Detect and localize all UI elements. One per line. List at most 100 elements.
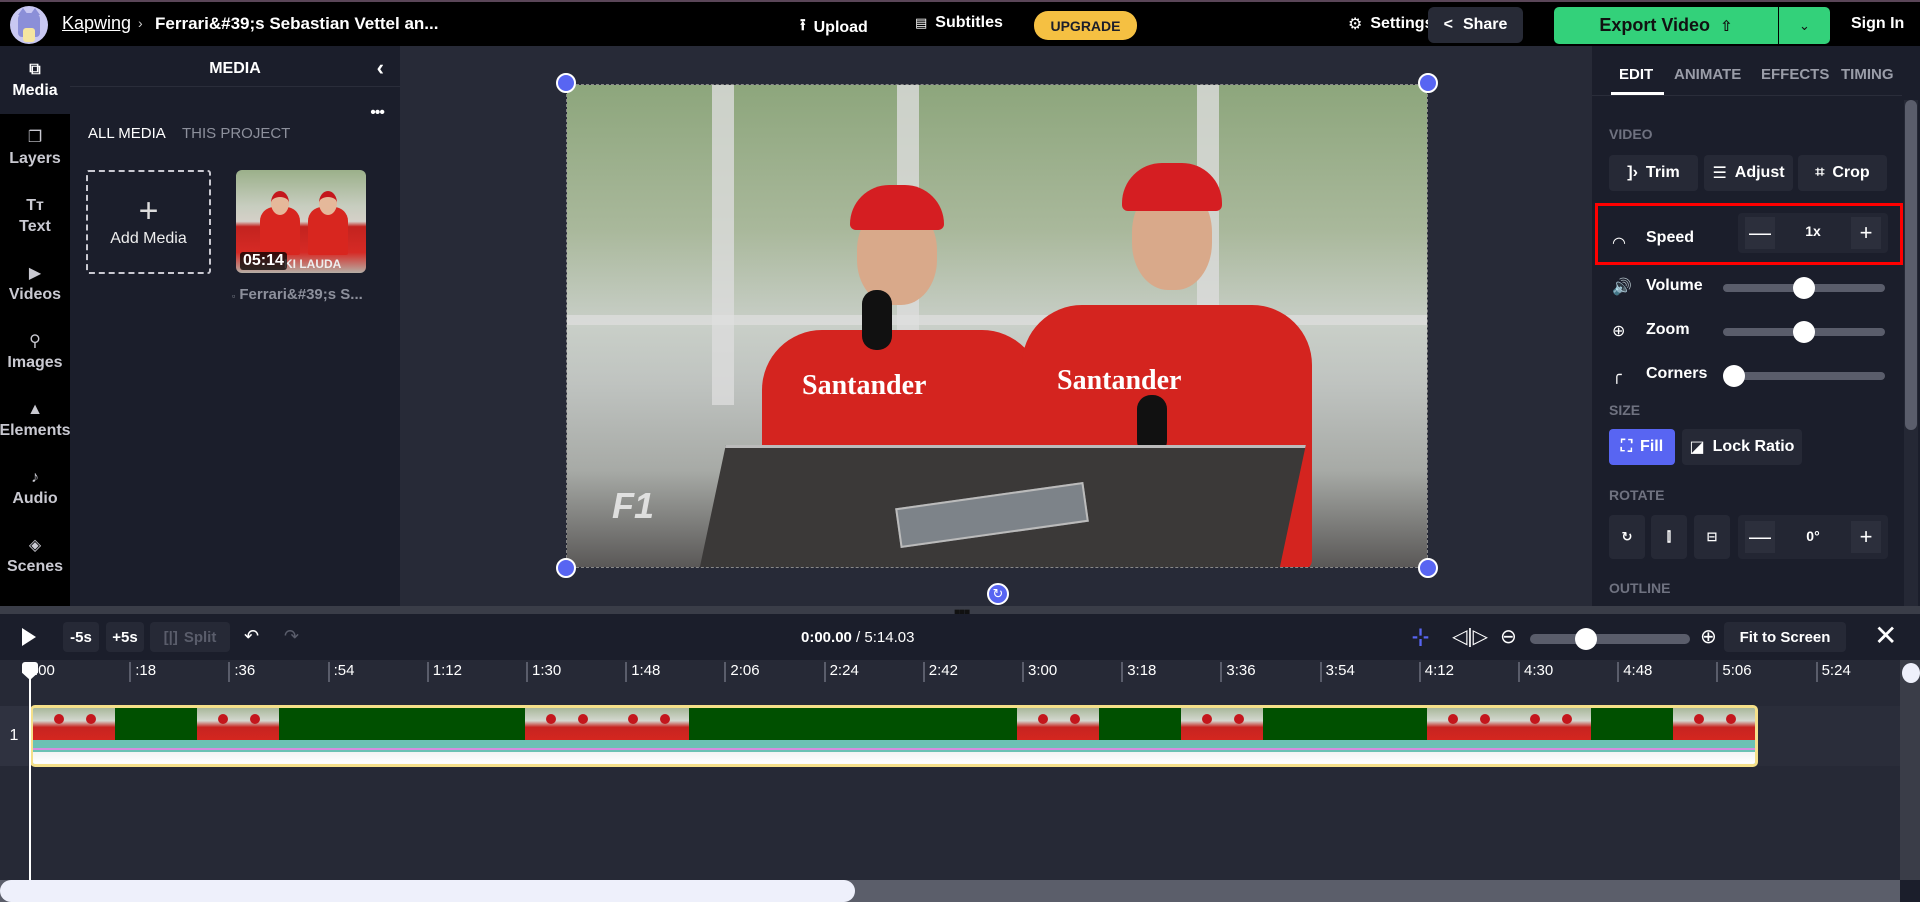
kapwing-logo-icon[interactable] — [10, 6, 48, 44]
export-dropdown-button[interactable]: ⌄ — [1779, 7, 1830, 44]
zoom-slider[interactable] — [1723, 321, 1885, 343]
trim-button[interactable]: ]› Trim — [1609, 155, 1698, 191]
flip-vertical-button[interactable]: ⊟ — [1694, 515, 1730, 559]
vertical-scroll-knob[interactable] — [1902, 663, 1920, 683]
nav-item-images[interactable]: ⚲ Images — [0, 318, 70, 386]
collapse-panel-button[interactable]: ‹ — [377, 55, 384, 81]
rotate-icon: ↻ — [992, 586, 1004, 601]
ruler-tick: :54 — [327, 662, 354, 682]
play-button[interactable] — [22, 628, 36, 646]
panel-resize-divider[interactable]: ■■■ — [0, 606, 1920, 618]
corners-slider-knob[interactable] — [1723, 365, 1745, 387]
timeline-horizontal-scrollbar[interactable] — [0, 880, 1900, 902]
nav-label: Media — [12, 82, 58, 99]
forward-5s-button[interactable]: +5s — [106, 622, 144, 652]
horizontal-scroll-thumb[interactable] — [0, 880, 855, 902]
nav-item-elements[interactable]: ▲ Elements — [0, 386, 71, 454]
adjust-label: Adjust — [1734, 164, 1785, 181]
tab-edit[interactable]: EDIT — [1619, 66, 1653, 83]
timeline-zoom-slider[interactable] — [1530, 628, 1690, 650]
timeline-vertical-scrollbar[interactable] — [1900, 660, 1920, 880]
rotation-increase-button[interactable]: + — [1851, 521, 1881, 553]
media-duration-badge: 05:14 — [240, 252, 287, 270]
video-clip[interactable] — [30, 705, 1758, 767]
rewind-5s-button[interactable]: -5s — [63, 622, 99, 652]
search-icon: ⚲ — [29, 333, 41, 350]
adjust-button[interactable]: ☰ Adjust — [1704, 155, 1793, 191]
zoom-in-icon: ⊕ — [1612, 323, 1626, 340]
nav-item-audio[interactable]: ♪ Audio — [0, 454, 70, 522]
resize-handle-top-left[interactable] — [556, 73, 576, 93]
current-time: 0:00.00 — [801, 629, 852, 646]
tab-all-media[interactable]: ALL MEDIA — [88, 125, 166, 142]
properties-tabs: EDIT ANIMATE EFFECTS TIMING — [1592, 46, 1902, 96]
nav-item-layers[interactable]: ❐ Layers — [0, 114, 70, 182]
export-video-button[interactable]: Export Video ⇧ — [1554, 7, 1778, 44]
zoom-out-icon[interactable]: ⊖ — [1500, 624, 1517, 649]
crop-label: Crop — [1832, 164, 1870, 181]
timeline-zoom-knob[interactable] — [1575, 628, 1597, 650]
timeline-ruler[interactable]: :00:18:36:54 1:12 1:30 1:48 2:06 2:24 2:42 3:00… — [0, 660, 1900, 690]
nav-item-scenes[interactable]: ◈ Scenes — [0, 522, 70, 590]
rotate-handle[interactable]: ↻ — [987, 583, 1009, 605]
export-share-icon: ⇧ — [1720, 17, 1733, 35]
shapes-icon: ▲ — [27, 401, 43, 418]
speed-increase-button[interactable]: + — [1851, 217, 1881, 249]
clip-placeholder-frame — [689, 708, 771, 740]
clip-thumbnail-frame — [607, 708, 689, 740]
playhead-line[interactable] — [29, 675, 31, 902]
media-panel-title: MEDIA — [209, 60, 261, 77]
ruler-tick: 5:06 — [1716, 662, 1752, 682]
export-label: Export Video — [1599, 15, 1711, 35]
nav-item-media[interactable]: ⧉ Media — [0, 46, 70, 114]
clip-thumbnail-frame — [1509, 708, 1591, 740]
sliders-icon: ☰ — [1712, 165, 1727, 182]
project-title[interactable]: Ferrari&#39;s Sebastian Vettel an... — [155, 14, 438, 34]
tab-this-project[interactable]: THIS PROJECT — [182, 125, 290, 142]
nav-item-text[interactable]: Tт Text — [0, 182, 70, 250]
upgrade-button[interactable]: UPGRADE — [1034, 11, 1137, 40]
tab-timing[interactable]: TIMING — [1841, 66, 1894, 83]
upload-button[interactable]: ⭱ Upload — [800, 14, 868, 41]
sign-in-link[interactable]: Sign In — [1851, 15, 1904, 33]
divider — [70, 86, 400, 87]
crop-button[interactable]: ⌗ Crop — [1798, 155, 1887, 191]
fit-to-screen-button[interactable]: Fit to Screen — [1724, 622, 1846, 652]
settings-button[interactable]: ⚙ Settings — [1348, 14, 1433, 34]
volume-slider-knob[interactable] — [1793, 277, 1815, 299]
resize-handle-bottom-right[interactable] — [1418, 558, 1438, 578]
ruler-tick: 2:24 — [823, 662, 859, 682]
tab-effects[interactable]: EFFECTS — [1761, 66, 1829, 83]
volume-slider[interactable] — [1723, 277, 1885, 299]
resize-handle-top-right[interactable] — [1418, 73, 1438, 93]
total-duration: / 5:14.03 — [856, 629, 915, 646]
undo-icon[interactable]: ↶ — [244, 626, 259, 647]
split-button[interactable]: [|] Split — [150, 622, 230, 652]
ruler-tick: 1:48 — [625, 662, 660, 682]
flip-horizontal-button[interactable]: ⫿ — [1651, 515, 1687, 559]
video-layer[interactable]: Santander Santander F1 — [566, 84, 1428, 568]
fill-button[interactable]: ⛶ Fill — [1609, 429, 1675, 465]
resize-handle-bottom-left[interactable] — [556, 558, 576, 578]
zoom-in-icon[interactable]: ⊕ — [1700, 624, 1717, 649]
section-size: SIZE — [1609, 402, 1641, 418]
corners-slider[interactable] — [1723, 365, 1885, 387]
split-view-icon[interactable]: ◁|▷ — [1452, 624, 1488, 649]
lock-ratio-button[interactable]: ◪ Lock Ratio — [1682, 429, 1802, 465]
add-media-button[interactable]: + Add Media — [86, 170, 211, 274]
nav-item-videos[interactable]: ▶ Videos — [0, 250, 70, 318]
brand-link[interactable]: Kapwing — [62, 13, 131, 34]
subtitles-button[interactable]: ▤ Subtitles — [915, 14, 1003, 32]
close-timeline-icon[interactable]: ✕ — [1874, 619, 1897, 652]
text-icon: Tт — [26, 197, 44, 214]
zoom-slider-knob[interactable] — [1793, 321, 1815, 343]
rotate-button[interactable]: ↻ — [1609, 515, 1645, 559]
properties-scrollbar[interactable] — [1904, 100, 1918, 606]
more-options-icon[interactable]: ••• — [370, 104, 385, 122]
redo-icon[interactable]: ↷ — [284, 626, 299, 647]
share-button[interactable]: < Share — [1428, 7, 1523, 43]
media-item-thumbnail[interactable]: KI LAUDA 05:14 — [236, 170, 366, 273]
scrollbar-thumb[interactable] — [1905, 100, 1917, 430]
snap-toggle-icon[interactable]: -¦- — [1412, 626, 1429, 647]
tab-animate[interactable]: ANIMATE — [1674, 66, 1741, 83]
